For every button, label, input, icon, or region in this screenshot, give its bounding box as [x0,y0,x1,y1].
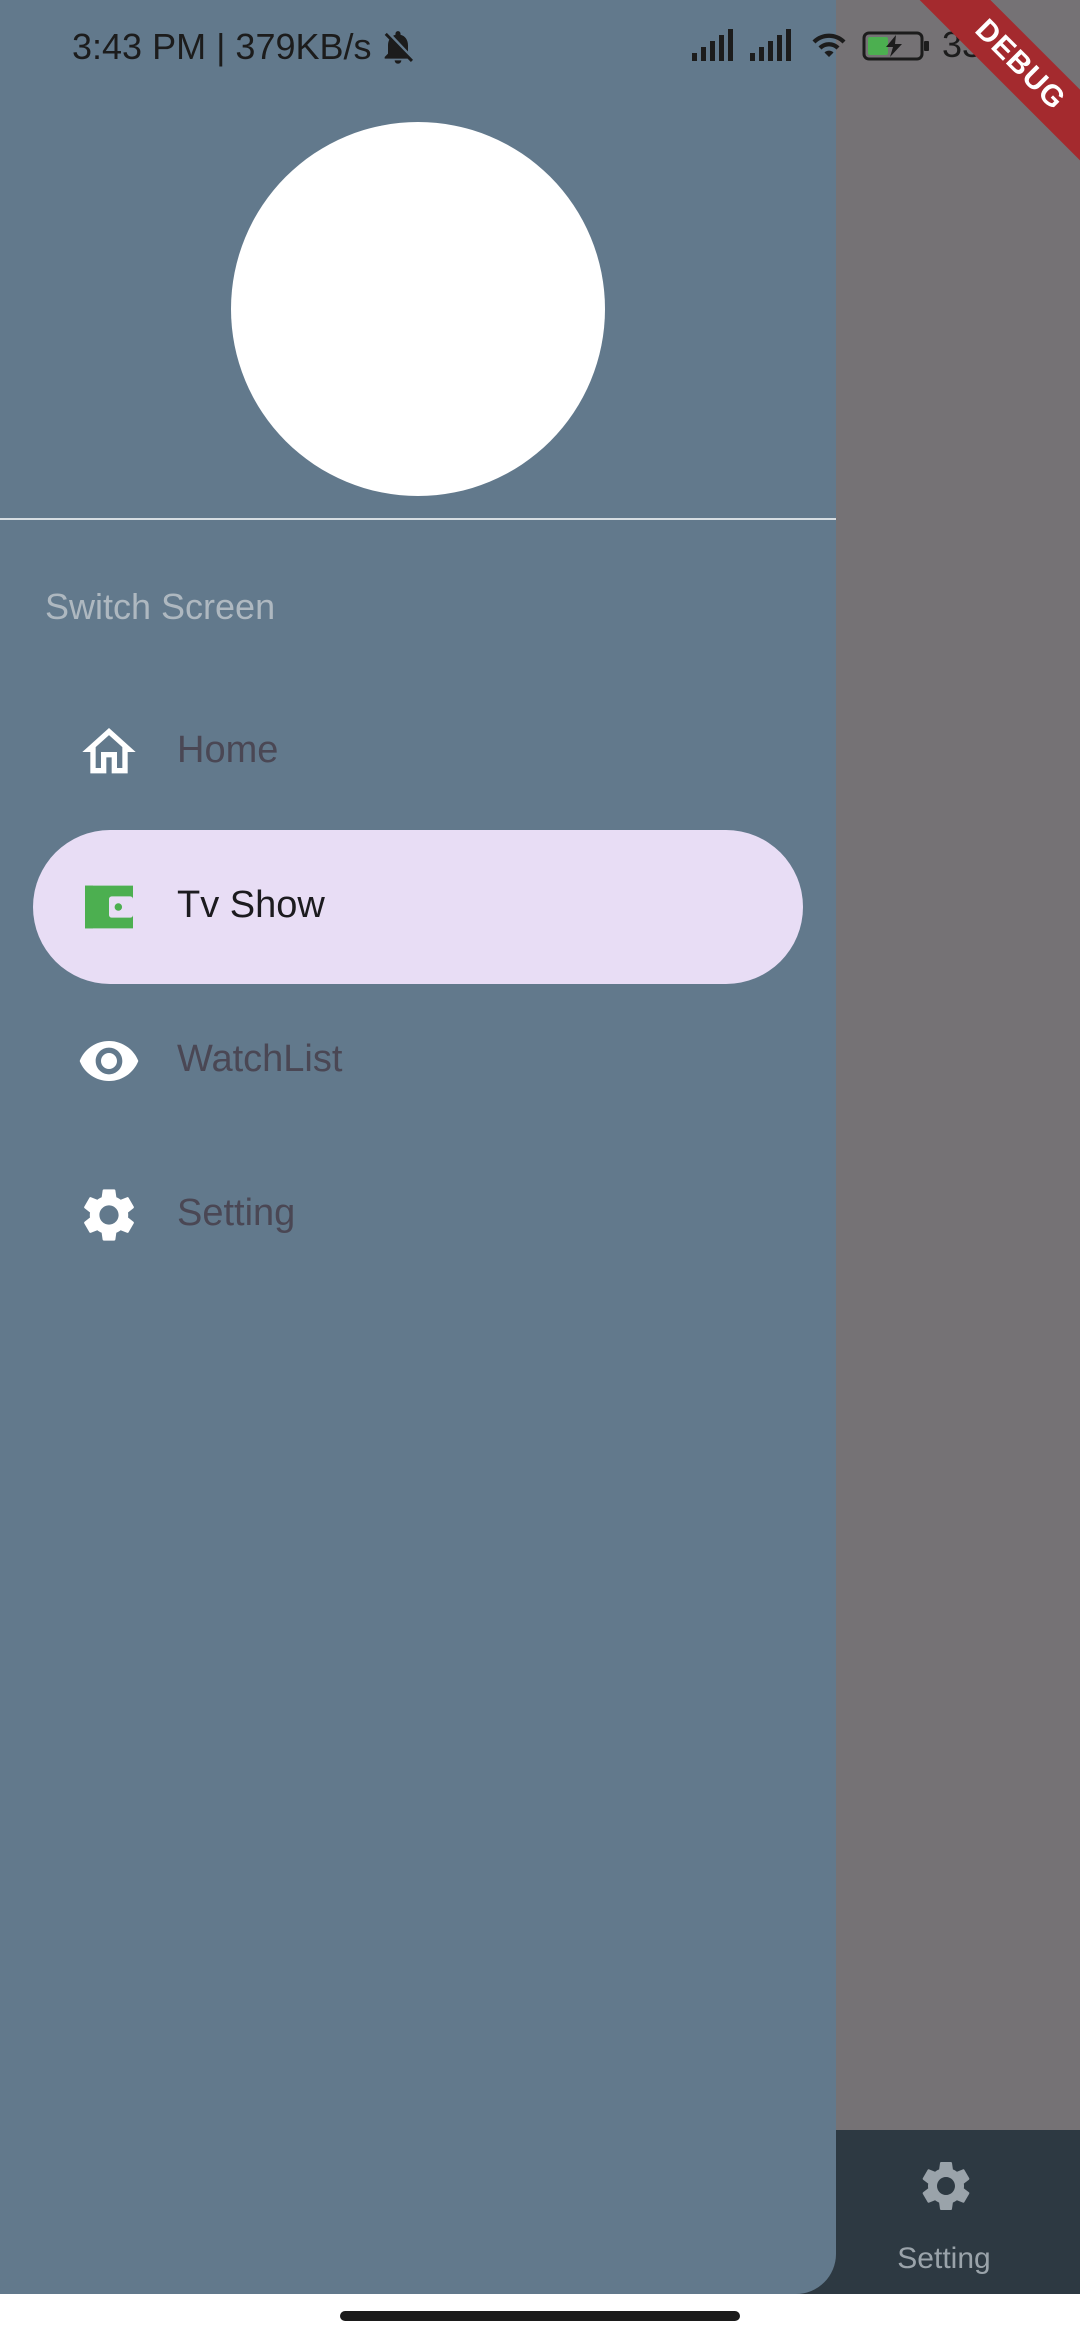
drawer-item-watchlist[interactable]: WatchList [33,984,803,1138]
drawer-item-setting[interactable]: Setting [33,1138,803,1292]
status-left: 3:43 PM | 379KB/s [72,26,418,68]
status-bar: 3:43 PM | 379KB/s 33 [0,0,1080,100]
signal-icon [750,29,791,61]
drawer-item-tv-show[interactable]: Tv Show [33,830,803,984]
bottom-nav-setting[interactable]: Setting [836,2130,1052,2294]
gesture-handle[interactable] [340,2311,740,2321]
wallet-icon [85,885,133,929]
avatar[interactable] [231,122,605,496]
status-time-speed: 3:43 PM | 379KB/s [72,26,372,67]
gear-icon [84,1189,134,1241]
drawer-item-label: Tv Show [177,884,325,926]
drawer-item-label: Setting [177,1192,296,1234]
status-right: 33 [690,24,982,66]
home-icon [82,728,136,774]
gear-icon [922,2162,970,2210]
section-label: Switch Screen [45,586,276,627]
battery-charging-icon [862,31,929,61]
drawer-item-label: WatchList [177,1038,343,1080]
bell-off-icon [384,31,413,64]
wifi-icon [812,33,846,57]
drawer-item-home[interactable]: Home [33,675,803,829]
bottom-nav-setting-label: Setting [897,2242,991,2275]
signal-icon [692,29,733,61]
drawer-item-label: Home [177,729,279,771]
drawer-divider [0,518,836,520]
navigation-drawer: Switch Screen Home Tv Show WatchList Set… [0,0,836,2294]
eye-icon [79,1041,139,1081]
